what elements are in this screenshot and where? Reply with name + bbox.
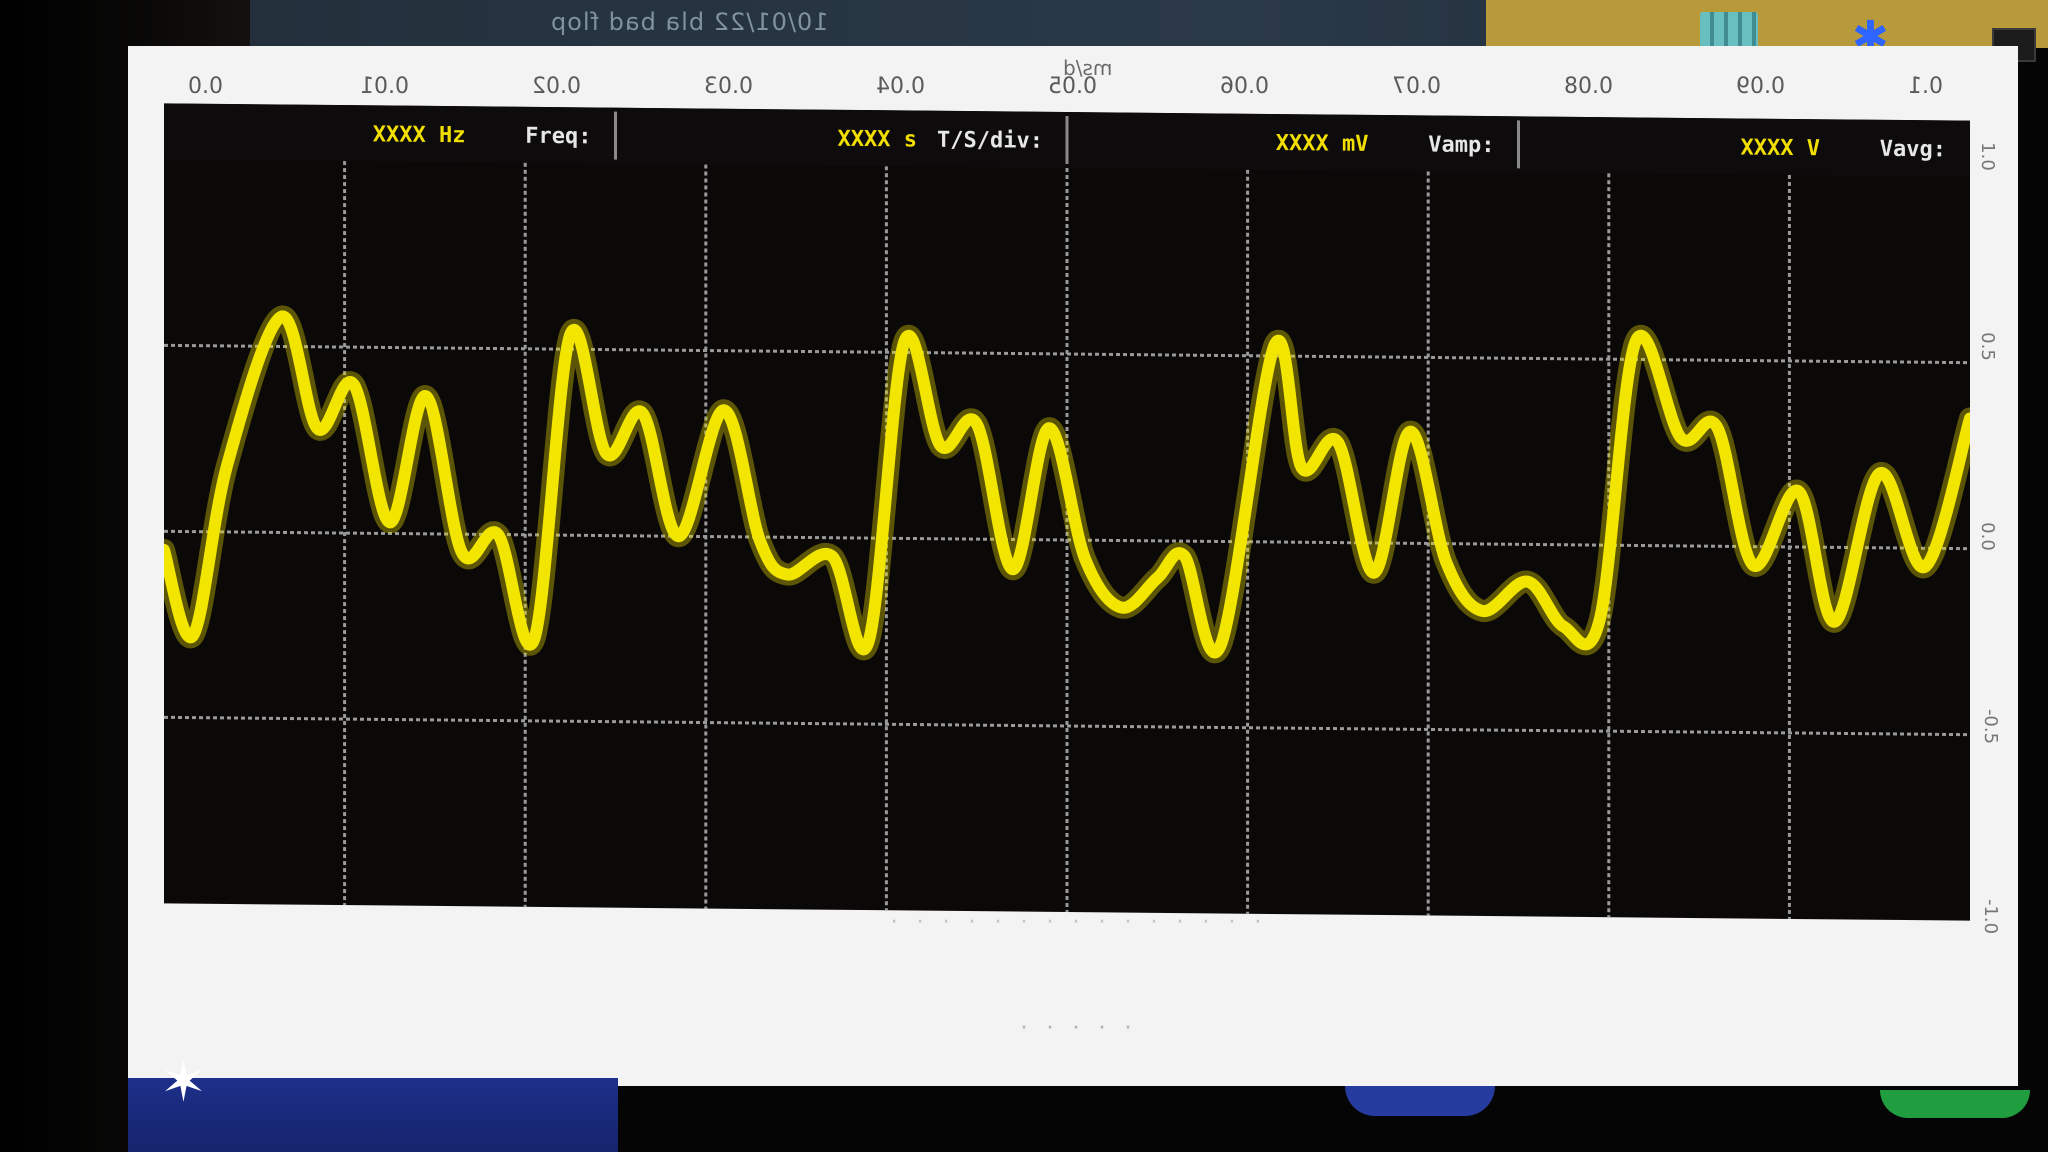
measurement-value: XXXX V (1741, 135, 1820, 161)
start-icon[interactable]: ✶ (160, 1055, 220, 1115)
right-tick-label: -0.5 (1980, 708, 2002, 745)
top-tick-label: 0.02 (532, 74, 581, 99)
scope-window: ms/d 0.0 0.01 0.02 0.03 0.04 0.05 0.06 0.07 0.08… (128, 46, 2018, 1086)
window-title: 10/01/22 bla bad flop (550, 8, 829, 36)
measurement-label: Vavg: (1880, 137, 1946, 163)
top-tick-label: 0.01 (360, 74, 409, 99)
measurement-value: XXXX s (838, 127, 917, 153)
right-tick-label: 1.0 (1976, 142, 1998, 171)
system-tray (1486, 0, 2048, 48)
waveform-chart: Freq: XXXX Hz T/S/div: XXXX s Vamp: XXXX mV Va… (164, 103, 1970, 919)
measurement-label: T/S/div: (937, 128, 1043, 154)
top-tick-label: 0.08 (1564, 74, 1613, 99)
right-tick-label: 0.5 (1976, 332, 1998, 361)
app-icon-green[interactable] (1880, 1090, 2030, 1118)
top-tick-label: 0.04 (876, 74, 925, 99)
top-tick-label: 0.06 (1220, 74, 1269, 99)
top-tick-label: 0.03 (704, 74, 753, 99)
measurement-value: XXXX mV (1276, 131, 1369, 157)
top-tick-label: 0.1 (1908, 74, 1943, 99)
measurement-value: XXXX Hz (373, 122, 466, 148)
top-tick-label: 0.07 (1392, 74, 1441, 99)
right-tick-column: 1.0 0.5 0.0 -0.5 -1.0 (1963, 106, 2023, 1006)
top-tick-label: 0.09 (1736, 74, 1785, 99)
grid (164, 161, 1970, 919)
oscilloscope-display: Freq: XXXX Hz T/S/div: XXXX s Vamp: XXXX mV Va… (164, 103, 1970, 921)
top-tick-label: 0.0 (188, 74, 223, 99)
app-icon-blue[interactable] (1345, 1086, 1495, 1116)
measurement-label: Freq: (525, 124, 591, 150)
right-tick-label: 0.0 (1976, 522, 1998, 551)
measurement-label: Vamp: (1428, 132, 1494, 158)
grid-line-horizontal (164, 715, 1970, 737)
status-line: · · · · · · · · · · · · · · · (884, 910, 1262, 935)
status-line-secondary: · · · · · (1014, 1016, 1132, 1041)
top-tick-label: 0.05 (1048, 74, 1097, 99)
